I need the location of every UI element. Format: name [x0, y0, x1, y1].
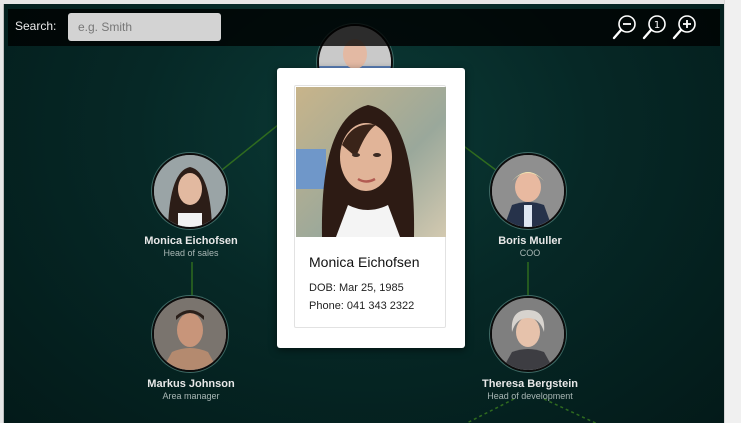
zoom-out-button[interactable]	[611, 12, 639, 42]
node-role-boris: COO	[519, 248, 541, 258]
avatar-theresa[interactable]	[490, 296, 566, 372]
portrait-markus	[154, 298, 226, 370]
search-label: Search:	[15, 19, 57, 33]
portrait-monica	[154, 155, 226, 227]
node-role-monica: Head of sales	[163, 248, 219, 258]
node-role-markus: Area manager	[162, 391, 220, 401]
portrait-theresa	[492, 298, 564, 370]
search-input[interactable]	[68, 13, 221, 41]
avatar-markus[interactable]	[152, 296, 228, 372]
zoom-out-icon	[612, 15, 636, 40]
avatar-monica[interactable]	[152, 153, 228, 229]
org-chart-canvas[interactable]: Monica Eichofsen Head of sales Boris Mul…	[3, 4, 724, 423]
popup-phone: Phone: 041 343 2322	[309, 300, 415, 312]
popup-photo	[296, 87, 446, 237]
zoom-reset-icon: 1	[642, 15, 666, 40]
node-name-markus[interactable]: Markus Johnson	[111, 378, 271, 390]
portrait-boris	[492, 155, 564, 227]
avatar-boris[interactable]	[490, 153, 566, 229]
person-detail-popup[interactable]: Monica Eichofsen DOB: Mar 25, 1985 Phone…	[277, 68, 465, 348]
node-name-theresa[interactable]: Theresa Bergstein	[450, 378, 610, 390]
link-theresa-child-right	[543, 398, 598, 423]
zoom-reset-text: 1	[654, 20, 660, 31]
node-name-boris[interactable]: Boris Muller	[450, 235, 610, 247]
zoom-in-button[interactable]	[671, 12, 699, 42]
node-role-theresa: Head of development	[487, 391, 573, 401]
toolbar: Search: 1	[8, 9, 720, 46]
popup-name: Monica Eichofsen	[309, 254, 420, 270]
zoom-in-icon	[672, 15, 696, 40]
popup-dob: DOB: Mar 25, 1985	[309, 282, 404, 294]
person-detail-card: Monica Eichofsen DOB: Mar 25, 1985 Phone…	[294, 85, 446, 328]
zoom-reset-button[interactable]: 1	[641, 12, 669, 42]
vertical-scrollbar[interactable]	[724, 0, 741, 423]
link-theresa-child-left	[465, 398, 515, 423]
node-name-monica[interactable]: Monica Eichofsen	[111, 235, 271, 247]
